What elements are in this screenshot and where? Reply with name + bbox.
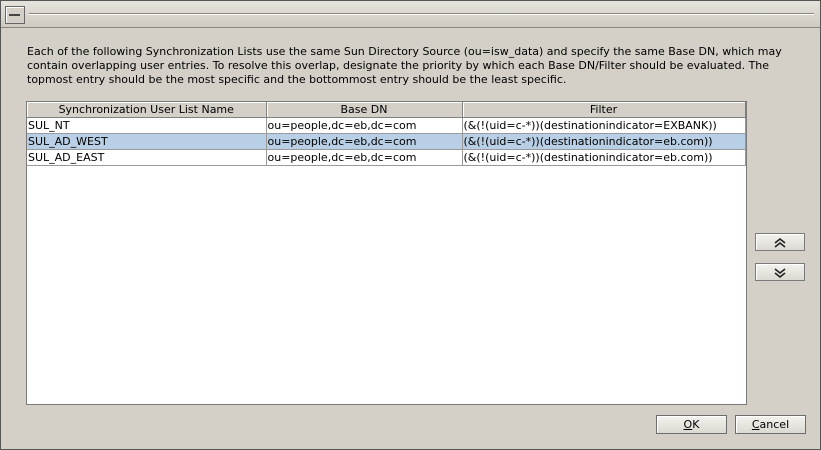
table-row-selected[interactable]: SUL_AD_WEST ou=people,dc=eb,dc=com (&(!(… [27, 133, 746, 150]
move-down-button[interactable] [755, 263, 805, 281]
title-bar [1, 1, 820, 28]
table-header-row: Synchronization User List Name Base DN F… [27, 102, 746, 118]
title-bar-rule [29, 13, 814, 15]
dialog-window: Each of the following Synchronization Li… [0, 0, 821, 450]
sync-list-table[interactable]: Synchronization User List Name Base DN F… [26, 101, 747, 405]
table-row[interactable]: SUL_AD_EAST ou=people,dc=eb,dc=com (&(!(… [27, 149, 746, 166]
cell-base-dn[interactable]: ou=people,dc=eb,dc=com [266, 133, 463, 150]
column-header-name[interactable]: Synchronization User List Name [27, 102, 267, 118]
cell-base-dn[interactable]: ou=people,dc=eb,dc=com [266, 117, 463, 134]
cell-name[interactable]: SUL_AD_EAST [27, 149, 267, 166]
ok-label-rest: K [692, 418, 700, 431]
double-chevron-down-icon [774, 268, 786, 279]
column-header-base-dn[interactable]: Base DN [266, 102, 463, 118]
cancel-label-rest: ancel [759, 418, 790, 431]
cell-name[interactable]: SUL_NT [27, 117, 267, 134]
ok-mnemonic: O [683, 418, 693, 431]
cell-filter[interactable]: (&(!(uid=c-*))(destinationindicator=eb.c… [462, 149, 746, 166]
system-menu-icon[interactable] [5, 6, 25, 24]
table-row[interactable]: SUL_NT ou=people,dc=eb,dc=com (&(!(uid=c… [27, 117, 746, 134]
cancel-mnemonic: C [751, 418, 760, 431]
cell-filter[interactable]: (&(!(uid=c-*))(destinationindicator=eb.c… [462, 133, 746, 150]
cell-base-dn[interactable]: ou=people,dc=eb,dc=com [266, 149, 463, 166]
instructions-text: Each of the following Synchronization Li… [27, 45, 782, 86]
ok-button[interactable]: OK [656, 415, 727, 434]
cell-name[interactable]: SUL_AD_WEST [27, 133, 267, 150]
move-up-button[interactable] [755, 233, 805, 251]
cell-filter[interactable]: (&(!(uid=c-*))(destinationindicator=EXBA… [462, 117, 746, 134]
cancel-button[interactable]: Cancel [735, 415, 806, 434]
double-chevron-up-icon [774, 237, 786, 248]
column-header-filter[interactable]: Filter [462, 102, 746, 118]
